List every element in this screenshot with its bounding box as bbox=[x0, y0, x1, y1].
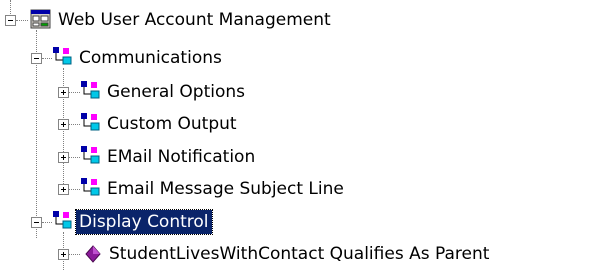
tree-view[interactable]: Web User Account Management Communicatio… bbox=[0, 0, 608, 270]
tree-line bbox=[42, 58, 52, 59]
expand-toggle[interactable] bbox=[58, 119, 69, 130]
collapse-toggle[interactable] bbox=[31, 53, 42, 64]
tree-line bbox=[42, 222, 52, 223]
collapse-toggle[interactable] bbox=[5, 15, 16, 26]
expand-toggle[interactable] bbox=[58, 184, 69, 195]
folder-tree-icon bbox=[80, 177, 102, 199]
tree-line bbox=[68, 254, 80, 255]
tree-line bbox=[68, 92, 80, 93]
tree-node-label-selected[interactable]: Display Control bbox=[75, 209, 213, 235]
tree-line bbox=[68, 124, 80, 125]
tree-node-label[interactable]: Web User Account Management bbox=[55, 8, 334, 32]
tree-line bbox=[68, 189, 80, 190]
tree-line bbox=[16, 20, 28, 21]
tree-node-label[interactable]: Communications bbox=[76, 46, 225, 70]
tree-line bbox=[68, 157, 80, 158]
diamond-icon bbox=[84, 245, 102, 263]
tree-node-label[interactable]: StudentLivesWithContact Qualifies As Par… bbox=[106, 242, 492, 266]
tree-node-label[interactable]: Custom Output bbox=[104, 112, 240, 136]
folder-tree-icon bbox=[80, 80, 102, 102]
folder-tree-icon bbox=[52, 210, 74, 232]
tree-node-label[interactable]: EMail Notification bbox=[104, 145, 258, 169]
collapse-toggle[interactable] bbox=[31, 217, 42, 228]
folder-tree-icon bbox=[80, 112, 102, 134]
expand-toggle[interactable] bbox=[58, 87, 69, 98]
console-icon bbox=[30, 9, 52, 31]
expand-toggle[interactable] bbox=[58, 249, 69, 260]
folder-tree-icon bbox=[52, 46, 74, 68]
tree-node-label[interactable]: General Options bbox=[104, 80, 248, 104]
folder-tree-icon bbox=[80, 145, 102, 167]
tree-node-label[interactable]: Email Message Subject Line bbox=[104, 177, 347, 201]
expand-toggle[interactable] bbox=[58, 152, 69, 163]
